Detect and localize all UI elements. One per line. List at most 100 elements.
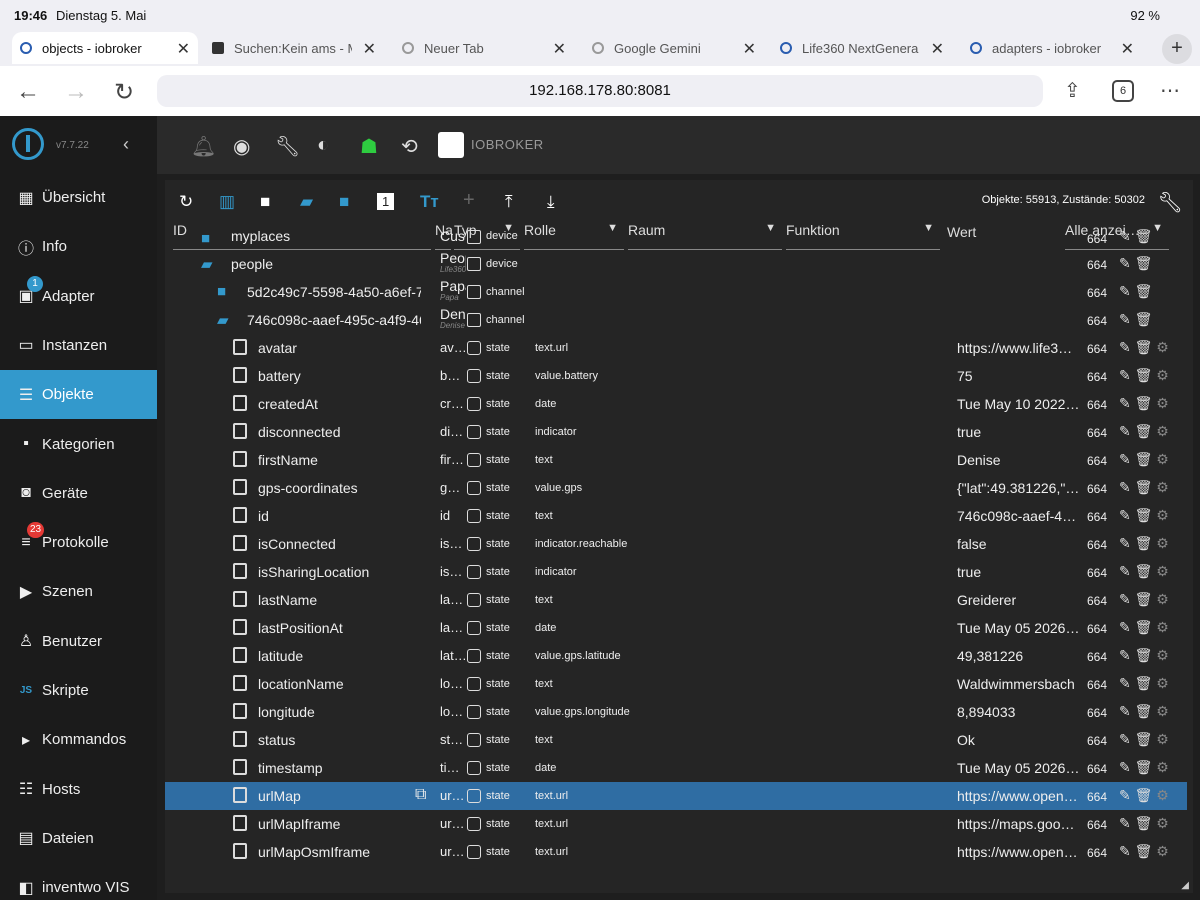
gear-icon[interactable]: ⚙ xyxy=(1156,507,1169,523)
eye-icon[interactable]: ◉ xyxy=(233,134,250,159)
tree-row[interactable]: ■ myplaces Custom device 664 ✎ 🗑︎ xyxy=(165,228,1187,250)
edit-icon[interactable]: ✎ xyxy=(1119,255,1135,271)
copy-icon[interactable]: ⧉ xyxy=(415,786,426,804)
gear-icon[interactable]: ⚙ xyxy=(1156,451,1169,467)
sidebar-item-benutzer[interactable]: ♙ Benutzer xyxy=(0,617,157,666)
table-row[interactable]: firstName fir… state text Denise 664 ✎ 🗑︎ ⚙ xyxy=(165,446,1187,474)
table-row[interactable]: isConnected is… state indicator.reachable fa… xyxy=(165,530,1187,558)
tab-count-button[interactable]: 6 xyxy=(1112,80,1134,102)
sync-off-icon[interactable]: ⟲ xyxy=(401,134,418,159)
sidebar-item-instanzen[interactable]: ▭ Instanzen xyxy=(0,321,157,370)
delete-icon[interactable]: 🗑︎ xyxy=(1135,479,1157,495)
table-row[interactable]: longitude lo… state value.gps.longitude 8,89… xyxy=(165,698,1187,726)
edit-icon[interactable]: ✎ xyxy=(1119,507,1135,523)
table-row[interactable]: status st… state text Ok 664 ✎ 🗑︎ ⚙ xyxy=(165,726,1187,754)
resize-handle-icon[interactable]: ◢ xyxy=(1181,880,1189,891)
delete-icon[interactable]: 🗑︎ xyxy=(1135,675,1157,691)
edit-icon[interactable]: ✎ xyxy=(1119,311,1135,327)
delete-icon[interactable]: 🗑︎ xyxy=(1135,759,1157,775)
settings-wrench-icon[interactable]: 🔧︎ xyxy=(1158,190,1183,215)
browser-tab[interactable]: Suchen:Kein ams - M ✕ xyxy=(204,32,384,64)
gear-icon[interactable]: ⚙ xyxy=(1156,479,1169,495)
table-row[interactable]: lastPositionAt la… state date Tue May 05 202… xyxy=(165,614,1187,642)
delete-icon[interactable]: 🗑︎ xyxy=(1135,843,1157,859)
sidebar-item-skripte[interactable]: JS Skripte xyxy=(0,666,157,715)
gear-icon[interactable]: ⚙ xyxy=(1156,423,1169,439)
edit-icon[interactable]: ✎ xyxy=(1119,339,1135,355)
delete-icon[interactable]: 🗑︎ xyxy=(1135,311,1153,327)
upload-icon[interactable]: ⤒ xyxy=(505,192,513,212)
gear-icon[interactable]: ⚙ xyxy=(1156,843,1169,859)
close-tab-icon[interactable]: ✕ xyxy=(363,39,376,59)
delete-icon[interactable]: 🗑︎ xyxy=(1135,647,1157,663)
folder-collapse-icon[interactable]: ■ xyxy=(339,192,349,212)
columns-icon[interactable]: ▥ xyxy=(219,192,235,212)
wrench-icon[interactable]: 🔧︎ xyxy=(275,134,300,159)
tree-row[interactable]: ▰ 746c098c-aaef-495c-a4f9-46c4 DeniDenise c… xyxy=(165,306,1187,334)
back-icon[interactable]: ← xyxy=(16,78,40,106)
folder-icon[interactable]: ■ xyxy=(260,192,270,212)
expert-mode-icon[interactable]: ☗ xyxy=(360,134,378,159)
browser-tab[interactable]: objects - iobroker ✕ xyxy=(12,32,198,64)
edit-icon[interactable]: ✎ xyxy=(1119,367,1135,383)
browser-tab[interactable]: adapters - iobroker ✕ xyxy=(962,32,1142,64)
delete-icon[interactable]: 🗑︎ xyxy=(1135,451,1157,467)
close-tab-icon[interactable]: ✕ xyxy=(931,39,944,59)
tree-row[interactable]: ▰ people PeopLife360 device 664 ✎ 🗑︎ xyxy=(165,250,1187,278)
gear-icon[interactable]: ⚙ xyxy=(1156,395,1169,411)
reload-icon[interactable]: ↻ xyxy=(114,78,134,107)
delete-icon[interactable]: 🗑︎ xyxy=(1135,395,1157,411)
gear-icon[interactable]: ⚙ xyxy=(1156,619,1169,635)
gear-icon[interactable]: ⚙ xyxy=(1156,647,1169,663)
collapse-sidebar-icon[interactable]: ‹ xyxy=(123,134,129,155)
gear-icon[interactable]: ⚙ xyxy=(1156,535,1169,551)
table-row[interactable]: id id state text 746c098c-aaef-4… 664 ✎ 🗑︎ ⚙ xyxy=(165,502,1187,530)
delete-icon[interactable]: 🗑︎ xyxy=(1135,255,1153,271)
delete-icon[interactable]: 🗑︎ xyxy=(1135,339,1157,355)
sidebar-item-protokolle[interactable]: ≡ Protokolle 23 xyxy=(0,518,157,567)
delete-icon[interactable]: 🗑︎ xyxy=(1135,283,1153,299)
table-row[interactable]: locationName lo… state text Waldwimmersbach 6… xyxy=(165,670,1187,698)
edit-icon[interactable]: ✎ xyxy=(1119,228,1135,244)
gear-icon[interactable]: ⚙ xyxy=(1156,563,1169,579)
edit-icon[interactable]: ✎ xyxy=(1119,423,1135,439)
browser-tab[interactable]: Neuer Tab ✕ xyxy=(394,32,574,64)
tree-row[interactable]: ■ 5d2c49c7-5598-4a50-a6ef-7526 PapaPapa cha… xyxy=(165,278,1187,306)
edit-icon[interactable]: ✎ xyxy=(1119,619,1135,635)
gear-icon[interactable]: ⚙ xyxy=(1156,787,1169,803)
delete-icon[interactable]: 🗑︎ xyxy=(1135,535,1157,551)
gear-icon[interactable]: ⚙ xyxy=(1156,731,1169,747)
delete-icon[interactable]: 🗑︎ xyxy=(1135,619,1157,635)
close-tab-icon[interactable]: ✕ xyxy=(553,39,566,59)
table-row[interactable]: lastName la… state text Greiderer 664 ✎ 🗑︎ ⚙ xyxy=(165,586,1187,614)
share-icon[interactable]: ⇪ xyxy=(1064,78,1081,103)
gear-icon[interactable]: ⚙ xyxy=(1156,759,1169,775)
edit-icon[interactable]: ✎ xyxy=(1119,479,1135,495)
edit-icon[interactable]: ✎ xyxy=(1119,675,1135,691)
folder-open-icon[interactable]: ▰ xyxy=(300,192,313,212)
theme-icon[interactable]: ◐ xyxy=(317,134,329,157)
delete-icon[interactable]: 🗑︎ xyxy=(1135,228,1153,244)
gear-icon[interactable]: ⚙ xyxy=(1156,675,1169,691)
table-row[interactable]: urlMapOsmIframe ur… state text.url https://w… xyxy=(165,838,1187,866)
table-row[interactable]: timestamp ti… state date Tue May 05 2026… 664… xyxy=(165,754,1187,782)
gear-icon[interactable]: ⚙ xyxy=(1156,339,1169,355)
table-row[interactable]: battery b… state value.battery 75 664 ✎ 🗑︎ ⚙ xyxy=(165,362,1187,390)
text-size-icon[interactable]: Tт xyxy=(420,192,439,212)
sidebar-item-adapter[interactable]: ▣ Adapter 1 xyxy=(0,272,157,321)
table-row[interactable]: urlMapIframe ur… state text.url https://maps… xyxy=(165,810,1187,838)
table-row[interactable]: latitude lat… state value.gps.latitude 49,38… xyxy=(165,642,1187,670)
expand-level-icon[interactable]: 1 xyxy=(377,193,395,210)
edit-icon[interactable]: ✎ xyxy=(1119,283,1135,299)
edit-icon[interactable]: ✎ xyxy=(1119,843,1135,859)
delete-icon[interactable]: 🗑︎ xyxy=(1135,815,1157,831)
table-row[interactable]: gps-coordinates g… state value.gps {"lat":49… xyxy=(165,474,1187,502)
delete-icon[interactable]: 🗑︎ xyxy=(1135,591,1157,607)
sidebar-item-hosts[interactable]: ☷ Hosts xyxy=(0,765,157,814)
delete-icon[interactable]: 🗑︎ xyxy=(1135,563,1157,579)
browser-tab[interactable]: Life360 NextGenera ✕ xyxy=(772,32,952,64)
gear-icon[interactable]: ⚙ xyxy=(1156,367,1169,383)
close-tab-icon[interactable]: ✕ xyxy=(743,39,756,59)
sidebar-item-kommandos[interactable]: ▸ Kommandos xyxy=(0,715,157,764)
edit-icon[interactable]: ✎ xyxy=(1119,731,1135,747)
